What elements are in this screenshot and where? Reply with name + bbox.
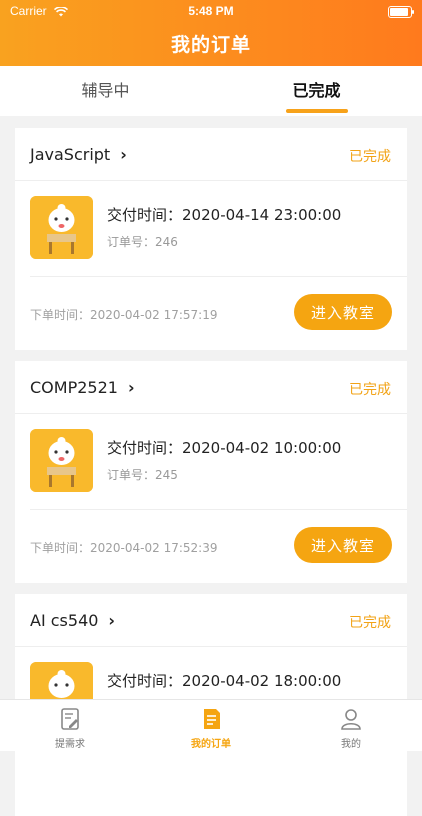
chevron-right-icon: › xyxy=(127,378,135,397)
placed-label: 下单时间： xyxy=(30,308,91,322)
order-card-header[interactable]: JavaScript › 已完成 xyxy=(15,128,407,181)
course-name-text: JavaScript xyxy=(30,145,111,164)
tutor-mascot-avatar xyxy=(30,429,93,492)
tab-label: 我的订单 xyxy=(191,739,231,750)
delivery-label: 交付时间： xyxy=(107,206,183,224)
status-badge: 已完成 xyxy=(349,382,391,398)
active-tab-indicator xyxy=(286,109,348,113)
placed-value: 2020-04-02 17:57:19 xyxy=(90,308,218,322)
edit-document-icon xyxy=(61,708,79,730)
order-tabs: 辅导中 已完成 xyxy=(0,66,422,116)
tab-me[interactable]: 我的 xyxy=(281,700,421,751)
order-number: 订单号：245 xyxy=(107,466,178,483)
placed-label: 下单时间： xyxy=(30,541,91,555)
order-number-label: 订单号： xyxy=(107,468,156,482)
tab-my-orders[interactable]: 我的订单 xyxy=(141,700,281,751)
tab-in-progress[interactable]: 辅导中 xyxy=(0,66,211,116)
order-placed-time: 下单时间：2020-04-02 17:57:19 xyxy=(30,306,217,323)
tab-label: 我的 xyxy=(341,739,361,750)
divider xyxy=(30,509,407,510)
order-number-value: 245 xyxy=(155,468,178,482)
tutor-mascot-avatar xyxy=(30,196,93,259)
status-badge: 已完成 xyxy=(349,615,391,631)
course-name: AI cs540 › xyxy=(30,611,115,630)
page-title: 我的订单 xyxy=(170,34,251,56)
delivery-label: 交付时间： xyxy=(107,672,183,690)
delivery-value: 2020-04-02 18:00:00 xyxy=(182,672,342,690)
tab-label: 提需求 xyxy=(55,739,85,750)
enter-classroom-button[interactable]: 进入教室 xyxy=(294,527,392,563)
order-card: JavaScript › 已完成 交付时间：2020-04-14 23:00:00… xyxy=(15,128,407,350)
order-number-label: 订单号： xyxy=(107,235,156,249)
order-list-icon xyxy=(204,709,220,729)
app-header: Carrier 5:48 PM 我的订单 xyxy=(0,0,422,66)
delivery-value: 2020-04-02 10:00:00 xyxy=(182,439,342,457)
user-icon xyxy=(341,709,361,730)
course-name: COMP2521 › xyxy=(30,378,135,397)
enter-classroom-button[interactable]: 进入教室 xyxy=(294,294,392,330)
course-name-text: COMP2521 xyxy=(30,378,118,397)
tab-post-request[interactable]: 提需求 xyxy=(0,700,140,751)
order-card: COMP2521 › 已完成 交付时间：2020-04-02 10:00:00 订… xyxy=(15,361,407,583)
status-bar: Carrier 5:48 PM xyxy=(0,4,422,20)
delivery-label: 交付时间： xyxy=(107,439,183,457)
status-time: 5:48 PM xyxy=(188,4,234,18)
placed-value: 2020-04-02 17:52:39 xyxy=(90,541,218,555)
divider xyxy=(30,276,407,277)
bottom-tab-bar: 提需求 我的订单 我的 xyxy=(0,699,422,751)
order-card-header[interactable]: AI cs540 › 已完成 xyxy=(15,594,407,647)
delivery-time: 交付时间：2020-04-02 10:00:00 xyxy=(107,437,341,458)
chevron-right-icon: › xyxy=(120,145,127,164)
battery-icon xyxy=(388,6,414,18)
order-number-value: 246 xyxy=(155,235,178,249)
delivery-time: 交付时间：2020-04-02 18:00:00 xyxy=(107,670,341,691)
order-placed-time: 下单时间：2020-04-02 17:52:39 xyxy=(30,539,217,556)
chevron-right-icon: › xyxy=(108,611,116,630)
status-badge: 已完成 xyxy=(349,149,391,165)
order-number: 订单号：246 xyxy=(107,233,178,250)
course-name-text: AI cs540 xyxy=(30,611,99,630)
delivery-value: 2020-04-14 23:00:00 xyxy=(182,206,342,224)
course-name: JavaScript › xyxy=(30,145,127,164)
order-card-header[interactable]: COMP2521 › 已完成 xyxy=(15,361,407,414)
delivery-time: 交付时间：2020-04-14 23:00:00 xyxy=(107,204,341,225)
